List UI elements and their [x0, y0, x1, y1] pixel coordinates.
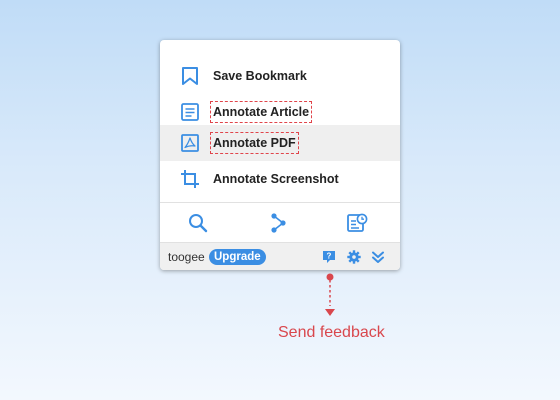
send-feedback-annotation: Send feedback — [278, 324, 385, 341]
